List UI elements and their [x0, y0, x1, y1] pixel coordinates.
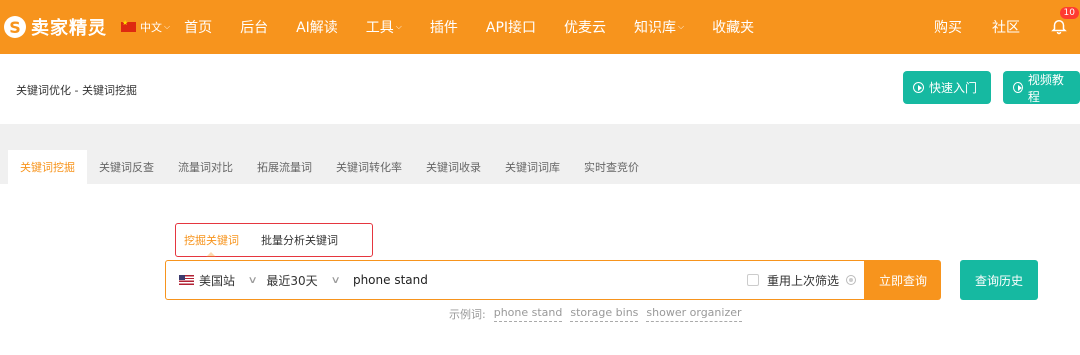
subtab-mine-keywords[interactable]: 挖掘关键词	[184, 232, 239, 257]
top-nav-bar: S 卖家精灵 中文 ⌵ 首页 后台 AI解读 工具 ⌵ 插件 API接口 优麦云…	[0, 0, 1080, 54]
chevron-down-icon: ∨	[247, 274, 258, 286]
search-submit-button[interactable]: 立即查询	[865, 260, 941, 300]
nav-favorites[interactable]: 收藏夹	[712, 17, 754, 37]
video-tutorial-label: 视频教程	[1027, 72, 1064, 104]
tool-tabs: 关键词挖掘 关键词反查 流量词对比 拓展流量词 关键词转化率 关键词收录 关键词…	[0, 150, 1080, 184]
reuse-filter-label: 重用上次筛选	[766, 273, 839, 288]
nav-tools-label: 工具	[365, 20, 394, 36]
nav-knowledge-label: 知识库	[634, 20, 677, 36]
quick-start-label: 快速入门	[929, 81, 978, 95]
breadcrumb: 关键词优化 - 关键词挖掘	[16, 84, 137, 97]
search-bar: 美国站 ∨ 最近30天 ∨ phone stand 重用上次筛选	[165, 260, 865, 300]
example-keyword-link[interactable]: storage bins	[570, 306, 639, 322]
marketplace-value: 美国站	[199, 273, 236, 288]
play-icon	[1013, 82, 1023, 93]
notification-badge: 10	[1059, 7, 1079, 19]
tab-live-bid[interactable]: 实时查竞价	[572, 150, 651, 184]
example-keywords: 示例词: phone stand storage bins shower org…	[449, 306, 742, 322]
chevron-down-icon: ∨	[330, 274, 341, 286]
query-history-button[interactable]: 查询历史	[960, 260, 1038, 300]
main-nav: 首页 后台 AI解读 工具 ⌵ 插件 API接口 优麦云 知识库 ⌵ 收藏夹	[184, 17, 782, 37]
us-flag-icon	[179, 275, 194, 285]
china-flag-icon	[121, 19, 136, 32]
nav-community[interactable]: 社区	[992, 17, 1020, 37]
tab-traffic-compare[interactable]: 流量词对比	[166, 150, 245, 184]
mode-subtabs: 挖掘关键词 批量分析关键词	[175, 223, 373, 257]
main-content: 挖掘关键词 批量分析关键词 美国站 ∨ 最近30天 ∨ phone stand …	[0, 184, 1080, 355]
tab-keyword-library[interactable]: 关键词词库	[493, 150, 572, 184]
notification-bell[interactable]: 10	[1050, 7, 1079, 37]
period-value: 最近30天	[266, 273, 318, 288]
tab-keyword-mining[interactable]: 关键词挖掘	[8, 150, 87, 184]
section-divider	[0, 124, 1080, 150]
chevron-down-icon: ⌵	[164, 22, 171, 31]
reuse-filter-toggle[interactable]: 重用上次筛选	[746, 272, 856, 289]
nav-ai[interactable]: AI解读	[296, 17, 338, 37]
tab-reverse-lookup[interactable]: 关键词反查	[87, 150, 166, 184]
tab-traffic-expand[interactable]: 拓展流量词	[245, 150, 324, 184]
logo-icon: S	[4, 16, 26, 38]
clear-icon[interactable]	[846, 275, 856, 285]
tab-indexing[interactable]: 关键词收录	[414, 150, 493, 184]
language-label: 中文	[140, 21, 162, 34]
nav-right: 购买 社区 10	[934, 0, 1080, 54]
nav-buy[interactable]: 购买	[934, 17, 962, 37]
marketplace-select[interactable]: 美国站 ∨	[199, 272, 266, 289]
reuse-filter-checkbox[interactable]	[746, 274, 759, 286]
video-tutorial-button[interactable]: 视频教程	[1003, 71, 1080, 104]
chevron-down-icon: ⌵	[395, 22, 402, 31]
chevron-down-icon: ⌵	[678, 22, 685, 31]
nav-backend[interactable]: 后台	[240, 17, 268, 37]
example-keyword-link[interactable]: phone stand	[493, 306, 563, 322]
bell-icon	[1051, 20, 1067, 35]
tab-conversion-rate[interactable]: 关键词转化率	[324, 150, 414, 184]
nav-home[interactable]: 首页	[184, 17, 212, 37]
quick-start-button[interactable]: 快速入门	[903, 71, 991, 104]
nav-knowledge[interactable]: 知识库 ⌵	[634, 17, 684, 37]
nav-plugin[interactable]: 插件	[430, 17, 458, 37]
keyword-input[interactable]: phone stand	[353, 273, 747, 287]
play-icon	[913, 82, 924, 93]
nav-api[interactable]: API接口	[486, 17, 536, 37]
language-selector[interactable]: 中文 ⌵	[121, 19, 170, 35]
brand-logo[interactable]: S 卖家精灵	[4, 14, 107, 40]
period-select[interactable]: 最近30天 ∨	[266, 272, 349, 289]
brand-name: 卖家精灵	[31, 18, 107, 39]
nav-youmaiyun[interactable]: 优麦云	[564, 17, 606, 37]
page-header: 关键词优化 - 关键词挖掘 快速入门 视频教程	[0, 54, 1080, 124]
subtab-batch-analyze[interactable]: 批量分析关键词	[261, 232, 338, 248]
example-keyword-link[interactable]: shower organizer	[646, 306, 742, 322]
nav-tools[interactable]: 工具 ⌵	[366, 17, 402, 37]
examples-label: 示例词:	[449, 308, 486, 321]
